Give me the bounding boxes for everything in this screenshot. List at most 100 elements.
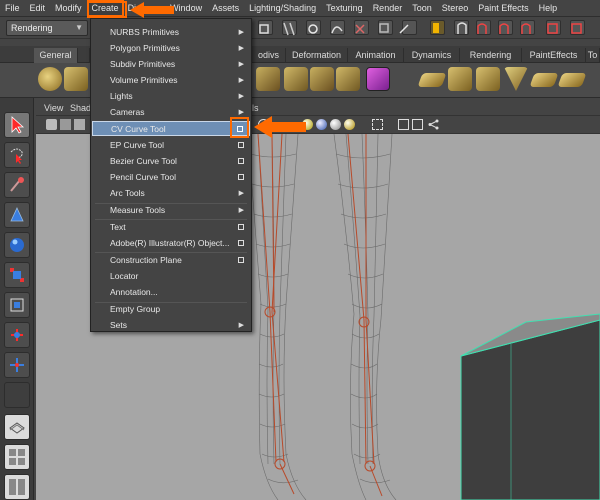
triangle-right-icon: ▶ xyxy=(238,61,244,68)
menu-item-empty-group[interactable]: Empty Group xyxy=(92,302,250,317)
shelf-tool-icon[interactable] xyxy=(310,67,334,91)
tab-dynamics[interactable]: Dynamics xyxy=(404,48,460,63)
toolbox xyxy=(0,98,34,500)
shaded-icon[interactable] xyxy=(316,119,327,130)
menu-item-annotation[interactable]: Annotation... xyxy=(92,285,250,300)
image-plane-icon[interactable] xyxy=(74,119,85,130)
menu-item-cv-curve-tool[interactable]: CV Curve Tool xyxy=(92,121,250,136)
menu-stereo[interactable]: Stereo xyxy=(437,0,474,17)
tab-deformation[interactable]: Deformation xyxy=(286,48,348,63)
menu-item-locator[interactable]: Locator xyxy=(92,269,250,284)
plane-icon[interactable] xyxy=(417,73,447,87)
tab-general[interactable]: General xyxy=(34,48,78,63)
tab-animation[interactable]: Animation xyxy=(348,48,404,63)
show-manipulator-icon[interactable] xyxy=(4,352,30,378)
bookmark-icon[interactable] xyxy=(60,119,71,130)
last-tool-icon[interactable] xyxy=(4,382,30,408)
plane-icon[interactable] xyxy=(557,73,587,87)
universal-manipulator-icon[interactable] xyxy=(4,292,30,318)
left-leg-wire xyxy=(247,134,307,500)
tab-painteffects[interactable]: PaintEffects xyxy=(522,48,586,63)
menu-item-adobe-illustrator-object[interactable]: Adobe(R) Illustrator(R) Object... xyxy=(92,236,250,251)
menu-item-construction-plane[interactable]: Construction Plane xyxy=(92,253,250,268)
sphere-icon[interactable] xyxy=(38,67,62,91)
menu-item-arc-tools[interactable]: Arc Tools ▶ xyxy=(92,186,250,201)
menu-item-nurbs-primitives[interactable]: NURBS Primitives ▶ xyxy=(92,25,250,40)
plane-icon[interactable] xyxy=(476,67,500,91)
plane-icon[interactable] xyxy=(448,67,472,91)
skeleton xyxy=(257,134,383,497)
menu-item-lights[interactable]: Lights ▶ xyxy=(92,89,250,104)
menu-item-ep-curve-tool[interactable]: EP Curve Tool xyxy=(92,138,250,153)
select-tool-icon[interactable] xyxy=(4,112,30,138)
shelf-tool-icon[interactable] xyxy=(284,67,308,91)
tab-rendering[interactable]: Rendering xyxy=(460,48,522,63)
menu-item-polygon-primitives[interactable]: Polygon Primitives ▶ xyxy=(92,41,250,56)
triangle-right-icon: ▶ xyxy=(238,29,244,36)
two-pane-layout-icon[interactable] xyxy=(4,474,30,500)
cone-icon[interactable] xyxy=(504,67,528,91)
menu-texturing[interactable]: Texturing xyxy=(321,0,368,17)
shelf-tool-icon[interactable] xyxy=(336,67,360,91)
tab-toon[interactable]: To xyxy=(586,48,600,63)
menu-item-pencil-curve-tool[interactable]: Pencil Curve Tool xyxy=(92,170,250,185)
menu-paint-effects[interactable]: Paint Effects xyxy=(473,0,533,17)
textured-icon[interactable] xyxy=(330,119,341,130)
option-box-icon[interactable] xyxy=(238,257,244,263)
create-menu-callout-box xyxy=(87,1,127,18)
option-box-icon[interactable] xyxy=(238,174,244,180)
menu-help[interactable]: Help xyxy=(534,0,563,17)
menu-lighting-shading[interactable]: Lighting/Shading xyxy=(244,0,321,17)
isolate-select-icon[interactable] xyxy=(372,119,383,130)
camera-attributes-icon[interactable] xyxy=(46,119,57,130)
triangle-right-icon: ▶ xyxy=(238,93,244,100)
plane-icon[interactable] xyxy=(529,73,559,87)
triangle-right-icon: ▶ xyxy=(238,77,244,84)
triangle-right-icon: ▶ xyxy=(238,190,244,197)
menu-item-text[interactable]: Text xyxy=(92,220,250,235)
menu-item-subdiv-primitives[interactable]: Subdiv Primitives ▶ xyxy=(92,57,250,72)
menu-assets[interactable]: Assets xyxy=(207,0,244,17)
move-tool-icon[interactable] xyxy=(4,202,30,228)
menu-item-bezier-curve-tool[interactable]: Bezier Curve Tool xyxy=(92,154,250,169)
menu-set-dropdown[interactable]: Rendering ▼ xyxy=(6,20,88,36)
share-icon[interactable] xyxy=(428,119,439,130)
panel-menu-view[interactable]: View xyxy=(44,100,63,116)
tab-subdivs[interactable]: odivs xyxy=(252,48,286,63)
menu-item-volume-primitives[interactable]: Volume Primitives ▶ xyxy=(92,73,250,88)
option-box-icon[interactable] xyxy=(238,240,244,246)
create-menu-dropdown: NURBS Primitives ▶ Polygon Primitives ▶ Su… xyxy=(90,18,252,332)
menu-item-sets[interactable]: Sets ▶ xyxy=(92,318,250,333)
single-pane-layout-icon[interactable] xyxy=(4,414,30,440)
four-pane-layout-icon[interactable] xyxy=(4,444,30,470)
option-box-icon[interactable] xyxy=(238,224,244,230)
triangle-right-icon: ▶ xyxy=(238,207,244,214)
triangle-right-icon: ▶ xyxy=(238,45,244,52)
panel-menu-shading[interactable]: Shad xyxy=(70,100,91,116)
resolution-gate-icon[interactable] xyxy=(412,119,423,130)
menu-set-value: Rendering xyxy=(11,23,53,33)
soft-mod-tool-icon[interactable] xyxy=(4,322,30,348)
option-box-icon[interactable] xyxy=(238,142,244,148)
callout-arrow-icon xyxy=(130,2,174,18)
menu-item-cameras[interactable]: Cameras ▶ xyxy=(92,105,250,120)
chevron-down-icon: ▼ xyxy=(75,23,83,32)
menu-render[interactable]: Render xyxy=(368,0,408,17)
option-box-callout xyxy=(230,117,249,138)
menu-toon[interactable]: Toon xyxy=(407,0,437,17)
lasso-tool-icon[interactable] xyxy=(4,142,30,168)
option-box-icon[interactable] xyxy=(238,158,244,164)
magenta-cube-icon[interactable] xyxy=(366,67,390,91)
cube-icon[interactable] xyxy=(64,67,88,91)
menu-item-measure-tools[interactable]: Measure Tools ▶ xyxy=(92,203,250,218)
rotate-tool-icon[interactable] xyxy=(4,232,30,258)
menu-edit[interactable]: Edit xyxy=(25,0,51,17)
menu-modify[interactable]: Modify xyxy=(50,0,87,17)
menu-file[interactable]: File xyxy=(0,0,25,17)
shelf-tool-icon[interactable] xyxy=(256,67,280,91)
tab-curves[interactable] xyxy=(78,48,90,63)
xray-icon[interactable] xyxy=(398,119,409,130)
paint-select-tool-icon[interactable] xyxy=(4,172,30,198)
scale-tool-icon[interactable] xyxy=(4,262,30,288)
lights-icon[interactable] xyxy=(344,119,355,130)
